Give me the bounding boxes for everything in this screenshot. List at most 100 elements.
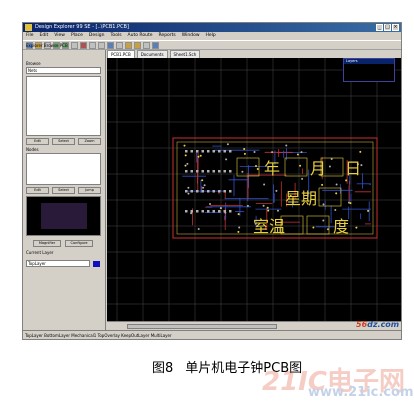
pcb-pad — [212, 150, 215, 153]
watermark-21ic: 21IC电子网 www.21ic.com — [262, 361, 414, 400]
select-net-button[interactable]: Select — [52, 138, 75, 145]
pcb-via — [184, 164, 187, 167]
pcb-via — [267, 209, 270, 212]
menu-design[interactable]: Design — [89, 32, 105, 40]
label-day: 日 — [345, 159, 361, 178]
pcb-via — [187, 192, 190, 195]
pcb-via — [301, 177, 304, 180]
pcb-pad — [201, 170, 204, 173]
copy-icon[interactable] — [89, 42, 96, 49]
window-controls: _ □ × — [376, 24, 399, 31]
label-year: 年 — [264, 159, 280, 178]
display-temp2 — [306, 215, 330, 235]
app-icon — [25, 24, 32, 31]
pcb-pad — [207, 190, 210, 193]
pcb-pad — [229, 190, 232, 193]
pcb-via — [328, 165, 331, 168]
document-tabs: PCB1.PCB Documents Sheet1.Sch — [107, 50, 401, 58]
pcb-via — [256, 168, 259, 170]
pcb-pad — [229, 170, 232, 173]
menu-window[interactable]: Window — [182, 32, 200, 40]
panel-tabs[interactable]: Explorer Browse PCB — [26, 43, 68, 48]
edit-node-button[interactable]: Edit — [26, 187, 49, 194]
menu-file[interactable]: File — [26, 32, 34, 40]
route-icon[interactable] — [152, 42, 159, 49]
tab-sheet1[interactable]: Sheet1.Sch — [169, 50, 201, 58]
zoom-net-button[interactable]: Zoom — [78, 138, 101, 145]
select-node-button[interactable]: Select — [52, 187, 75, 194]
magnifier-button[interactable]: Magnifier — [33, 240, 61, 247]
pcb-pad — [218, 150, 221, 153]
watermark-21ic-url: www.21ic.com — [308, 385, 414, 400]
pcb-via — [183, 144, 186, 147]
horizontal-scrollbar[interactable] — [127, 324, 277, 329]
pcb-pad — [185, 210, 188, 213]
pcb-via — [203, 184, 206, 187]
menu-auto-route[interactable]: Auto Route — [128, 32, 153, 40]
pcb-via — [299, 164, 302, 167]
pcb-via — [201, 179, 204, 182]
cut-icon[interactable] — [80, 42, 87, 49]
layer-tab-bar[interactable]: TopLayer BottomLayer Mechanical1 TopOver… — [23, 330, 401, 339]
pcb-pad — [190, 170, 193, 173]
pcb-via — [255, 165, 257, 167]
pcb-pad — [185, 190, 188, 193]
node-list[interactable] — [26, 153, 101, 185]
grid-icon[interactable] — [143, 42, 150, 49]
pcb-via — [335, 192, 338, 195]
minimize-button[interactable]: _ — [376, 24, 383, 31]
current-layer-select[interactable]: TopLayer — [26, 260, 90, 267]
layer-mini-panel[interactable]: Layers — [343, 58, 395, 82]
zoom-fit-icon[interactable] — [71, 42, 78, 49]
net-list[interactable] — [26, 76, 101, 136]
pcb-pad — [201, 150, 204, 153]
tab-documents[interactable]: Documents — [136, 50, 168, 58]
menu-tools[interactable]: Tools — [110, 32, 121, 40]
pcb-via — [199, 154, 202, 157]
pcb-via — [219, 207, 222, 210]
pcb-via — [241, 170, 244, 173]
menu-reports[interactable]: Reports — [159, 32, 176, 40]
configure-button[interactable]: Configure — [65, 240, 93, 247]
board-preview[interactable] — [26, 196, 101, 236]
pcb-via — [367, 209, 370, 212]
pcb-via — [312, 226, 315, 229]
pcb-via — [243, 148, 246, 150]
paste-icon[interactable] — [98, 42, 105, 49]
figure-number: 图8 — [152, 361, 174, 376]
jump-node-button[interactable]: Jump — [78, 187, 101, 194]
edit-net-button[interactable]: Edit — [26, 138, 49, 145]
current-layer-label: Current Layer — [26, 250, 54, 255]
pcb-pad — [207, 150, 210, 153]
label-degree: 度 — [333, 217, 349, 236]
pcb-pad — [223, 170, 226, 173]
pcb-pad — [196, 190, 199, 193]
pcb-canvas[interactable]: 年 月 日 星期 室温 度 Layers — [107, 58, 401, 321]
tab-pcb1[interactable]: PCB1.PCB — [107, 50, 135, 58]
menu-help[interactable]: Help — [206, 32, 216, 40]
browse-label: Browse — [26, 61, 41, 66]
pcb-via — [237, 213, 240, 216]
close-button[interactable]: × — [392, 24, 399, 31]
maximize-button[interactable]: □ — [384, 24, 391, 31]
undo-icon[interactable] — [125, 42, 132, 49]
pcb-via — [263, 183, 266, 186]
mini-panel-title: Layers — [344, 59, 394, 64]
pcb-pad — [229, 210, 232, 213]
menu-place[interactable]: Place — [71, 32, 83, 40]
select-icon[interactable] — [107, 42, 114, 49]
menu-view[interactable]: View — [54, 32, 65, 40]
pcb-pad — [201, 190, 204, 193]
pcb-via — [322, 219, 325, 222]
redo-icon[interactable] — [134, 42, 141, 49]
title-bar[interactable]: Design Explorer 99 SE - [..\PCB1.PCB] _ … — [23, 23, 401, 32]
pcb-via — [197, 228, 200, 230]
pcb-via — [355, 226, 358, 229]
pcb-via — [348, 201, 350, 204]
label-week: 星期 — [285, 189, 317, 208]
move-icon[interactable] — [116, 42, 123, 49]
menu-bar: File Edit View Place Design Tools Auto R… — [23, 32, 401, 40]
menu-edit[interactable]: Edit — [40, 32, 49, 40]
browse-select[interactable]: Nets — [26, 67, 101, 74]
pcb-pad — [190, 190, 193, 193]
